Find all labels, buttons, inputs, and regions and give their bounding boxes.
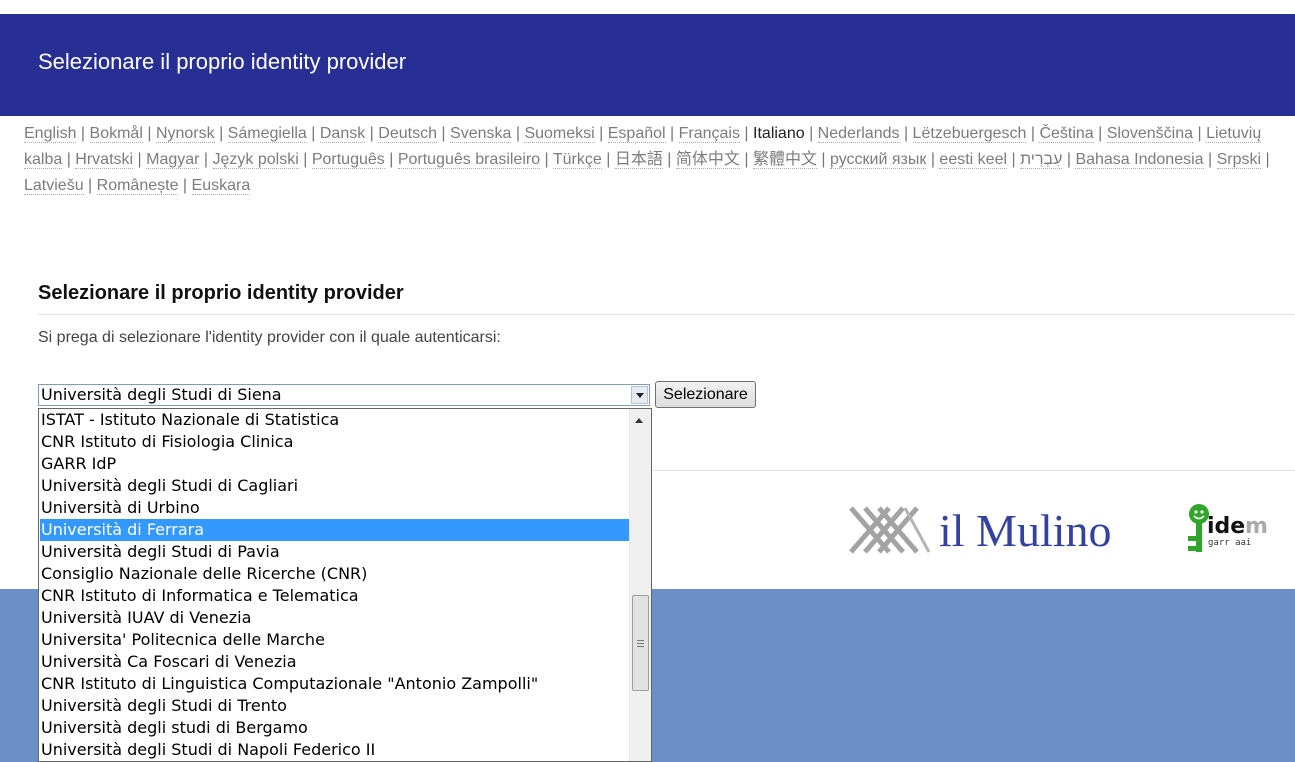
language-link[interactable]: Suomeksi <box>524 125 595 143</box>
language-link[interactable]: Dansk <box>319 125 366 143</box>
header-bar: Selezionare il proprio identity provider <box>0 14 1295 116</box>
language-link[interactable]: Deutsch <box>378 125 437 143</box>
dropdown-option[interactable]: Università degli Studi di Pavia <box>40 541 629 563</box>
idem-key-icon: ide m garr aai <box>1188 504 1268 552</box>
section-heading: Selezionare il proprio identity provider <box>38 282 404 304</box>
language-link[interactable]: Svenska <box>450 125 512 143</box>
dropdown-option[interactable]: Universita' Politecnica delle Marche <box>40 629 629 651</box>
dropdown-option[interactable]: Università IUAV di Venezia <box>40 607 629 629</box>
language-link[interactable]: Čeština <box>1039 125 1094 143</box>
idem-sub: garr aai <box>1208 538 1251 548</box>
scroll-up-icon[interactable] <box>635 418 643 423</box>
idp-select-value: Università degli Studi di Siena <box>41 385 282 404</box>
language-link[interactable]: Românește <box>96 177 179 195</box>
language-link[interactable]: Język polski <box>212 151 299 169</box>
language-link[interactable]: Euskara <box>191 177 251 195</box>
language-link[interactable]: Português <box>311 151 385 169</box>
language-link[interactable]: Sámegiella <box>227 125 307 143</box>
dropdown-option[interactable]: Università di Ferrara <box>40 519 629 541</box>
language-link[interactable]: 简体中文 <box>675 151 740 169</box>
dropdown-option[interactable]: Università Ca Foscari di Venezia <box>40 651 629 673</box>
language-link[interactable]: Slovenščina <box>1106 125 1194 143</box>
divider <box>38 314 1295 315</box>
idem-logo: ide m garr aai <box>1187 500 1295 560</box>
instruction-text: Si prega di selezionare l'identity provi… <box>38 329 501 346</box>
dropdown-option[interactable]: Università degli Studi di Trento <box>40 695 629 717</box>
language-link: Italiano <box>753 125 805 142</box>
chevron-down-icon[interactable] <box>631 386 648 404</box>
select-button[interactable]: Selezionare <box>655 381 756 408</box>
language-link[interactable]: русский язык <box>830 151 927 169</box>
language-link[interactable]: English <box>24 125 77 143</box>
page-title: Selezionare il proprio identity provider <box>38 49 407 74</box>
language-link[interactable]: Lëtzebuergesch <box>912 125 1027 143</box>
dropdown-option[interactable]: Università degli Studi di Cagliari <box>40 475 629 497</box>
dropdown-option[interactable]: GARR IdP <box>40 453 629 475</box>
language-link[interactable]: eesti keel <box>939 151 1008 169</box>
dropdown-scrollbar[interactable] <box>629 409 651 761</box>
language-link[interactable]: Bahasa Indonesia <box>1075 151 1204 169</box>
language-link[interactable]: Français <box>678 125 740 143</box>
dropdown-option[interactable]: CNR Istituto di Fisiologia Clinica <box>40 431 629 453</box>
language-link[interactable]: Magyar <box>146 151 200 169</box>
language-link[interactable]: Bokmål <box>89 125 143 143</box>
mulino-mark-icon <box>849 506 931 554</box>
dropdown-option[interactable]: ISTAT - Istituto Nazionale di Statistica <box>40 409 629 431</box>
language-link[interactable]: Português brasileiro <box>397 151 541 169</box>
dropdown-option[interactable]: CNR Istituto di Informatica e Telematica <box>40 585 629 607</box>
idp-dropdown-list[interactable]: ISTAT - Istituto Nazionale di Statistica… <box>38 408 652 762</box>
language-link[interactable]: Nynorsk <box>155 125 215 143</box>
dropdown-option[interactable]: Consiglio Nazionale delle Ricerche (CNR) <box>40 563 629 585</box>
language-link[interactable]: Nederlands <box>817 125 900 143</box>
language-link[interactable]: Türkçe <box>552 151 602 169</box>
mulino-wordmark: il Mulino <box>939 505 1112 556</box>
idem-m: m <box>1245 514 1268 539</box>
language-link[interactable]: Latviešu <box>24 177 84 195</box>
language-bar: English | Bokmål | Nynorsk | Sámegiella … <box>24 125 1270 195</box>
dropdown-option[interactable]: Università degli studi di Bergamo <box>40 717 629 739</box>
idp-select[interactable]: Università degli Studi di Siena <box>38 384 650 406</box>
language-link[interactable]: Español <box>607 125 666 143</box>
language-link[interactable]: עִבְרִית <box>1020 151 1063 169</box>
dropdown-option[interactable]: Università di Urbino <box>40 497 629 519</box>
scrollbar-thumb[interactable] <box>632 595 649 691</box>
dropdown-option[interactable]: Università degli Studi di Napoli Federic… <box>40 739 629 761</box>
idem-text: ide <box>1207 514 1245 539</box>
language-link[interactable]: Hrvatski <box>75 151 134 169</box>
language-link[interactable]: Srpski <box>1216 151 1262 169</box>
language-link[interactable]: 繁體中文 <box>752 151 817 169</box>
language-link[interactable]: 日本語 <box>614 151 663 169</box>
il-mulino-logo: il Mulino <box>843 502 1133 558</box>
divider-footer <box>650 470 1295 471</box>
dropdown-option[interactable]: CNR Istituto di Linguistica Computaziona… <box>40 673 629 695</box>
